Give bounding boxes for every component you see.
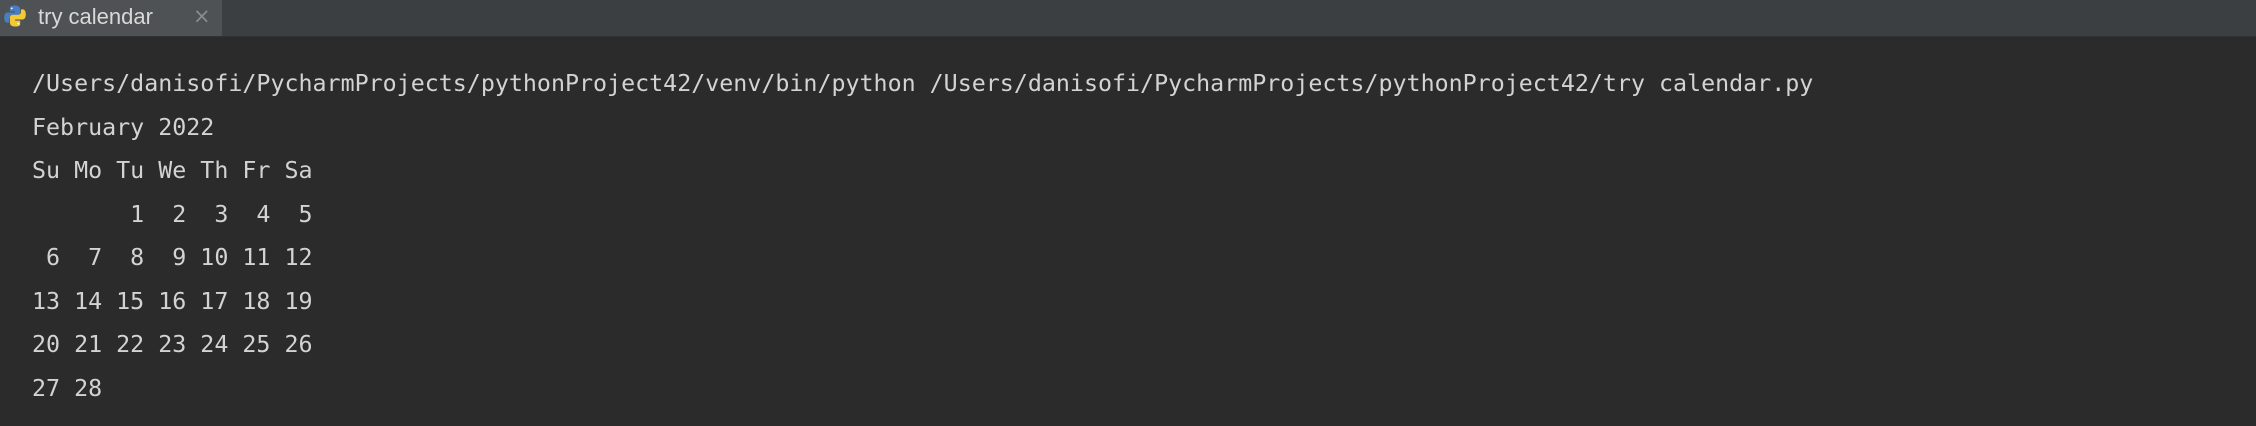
calendar-month-header: February 2022	[32, 113, 215, 141]
calendar-week-row: 20 21 22 23 24 25 26	[32, 331, 313, 358]
run-console-window: try calendar × /Users/danisofi/PycharmPr…	[0, 0, 2256, 426]
run-tab-bar: try calendar ×	[0, 0, 2256, 37]
calendar-weekday-header: Su Mo Tu We Th Fr Sa	[32, 157, 313, 184]
console-output: /Users/danisofi/PycharmProjects/pythonPr…	[32, 62, 1813, 410]
close-icon[interactable]: ×	[193, 2, 211, 30]
calendar-week-row: 6 7 8 9 10 11 12	[32, 244, 313, 271]
calendar-week-row: 27 28	[32, 374, 103, 402]
tab-title: try calendar	[38, 4, 153, 29]
command-line: /Users/danisofi/PycharmProjects/pythonPr…	[32, 70, 1814, 97]
run-tab-try-calendar[interactable]: try calendar ×	[0, 0, 222, 36]
calendar-week-row: 13 14 15 16 17 18 19	[32, 287, 313, 315]
calendar-week-row: 1 2 3 4 5	[32, 200, 313, 228]
console-output-area[interactable]: /Users/danisofi/PycharmProjects/pythonPr…	[0, 37, 2256, 426]
python-file-icon	[2, 3, 28, 29]
